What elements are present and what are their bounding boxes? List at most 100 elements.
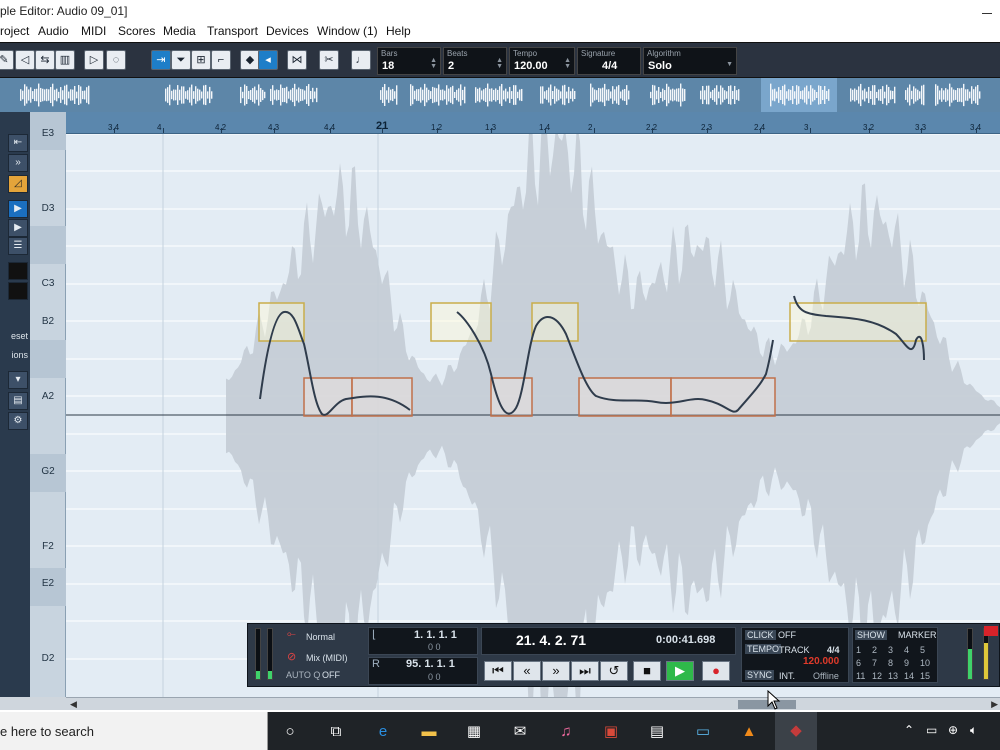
menu-transport[interactable]: Transport	[207, 24, 258, 38]
marker-button[interactable]: 8	[888, 658, 893, 668]
marker-button[interactable]: 1	[856, 645, 861, 655]
fit-icon[interactable]: ⇤	[8, 134, 28, 152]
globe-icon[interactable]: ⊕	[948, 723, 958, 737]
battery-icon[interactable]: ▭	[926, 723, 937, 737]
cut-icon[interactable]: ✂	[319, 50, 339, 70]
autoscroll-icon[interactable]: ⇥	[151, 50, 171, 70]
filter-funnel-icon[interactable]: ▾	[8, 371, 28, 389]
horizontal-scrollbar[interactable]: ◀ ▶	[66, 697, 1000, 710]
mail-icon[interactable]: ✉	[509, 721, 531, 743]
app-icon[interactable]: ▣	[600, 721, 622, 743]
volume-icon[interactable]: 🔈︎	[970, 723, 977, 738]
menu-project[interactable]: roject	[0, 24, 29, 38]
lasso-tool-icon[interactable]: ◌	[106, 50, 126, 70]
note-icon[interactable]: ♩	[351, 50, 371, 70]
warp-select-icon[interactable]: ◂	[258, 50, 278, 70]
pitch-segment[interactable]	[578, 377, 672, 417]
go-to-end-button[interactable]: ⏭	[571, 661, 599, 681]
marker-button[interactable]: 11	[856, 671, 865, 681]
cortana-icon[interactable]: ○	[279, 721, 301, 743]
edge-browser-icon[interactable]: e	[372, 721, 394, 743]
tray-chevron-icon[interactable]: ⌃	[904, 723, 914, 737]
overview-wave-bar	[562, 85, 564, 105]
cubase-icon[interactable]: ◆	[775, 712, 817, 750]
hitpoint-icon[interactable]: ⌐	[211, 50, 231, 70]
play-button[interactable]: ▶	[666, 661, 694, 681]
snap-tool-icon[interactable]: ▥	[55, 50, 75, 70]
scroll-right-icon[interactable]: ▶	[991, 698, 998, 710]
preset-menu[interactable]: eset	[0, 331, 30, 341]
scroll-left-icon[interactable]: ◀	[70, 698, 77, 710]
overview-wave-bar	[945, 88, 947, 102]
gear-icon[interactable]: ⚙	[8, 412, 28, 430]
loop-tool-icon[interactable]: ⇆	[35, 50, 55, 70]
store-icon[interactable]: ▦	[463, 721, 485, 743]
list-icon[interactable]: ☰	[8, 237, 28, 255]
task-view-icon[interactable]: ⧉	[325, 721, 347, 743]
record-button[interactable]: ●	[702, 661, 730, 681]
window-app-icon[interactable]: ▤	[646, 721, 668, 743]
forward-icon[interactable]: »	[8, 154, 28, 172]
menu-help[interactable]: Help	[386, 24, 411, 38]
cycle-button[interactable]: ↺	[600, 661, 628, 681]
mix-mode[interactable]: Mix (MIDI)	[306, 653, 348, 663]
marker-button[interactable]: 14	[904, 671, 914, 681]
beats-field[interactable]: Beats 2 ▲ ▼	[443, 47, 507, 75]
click-button[interactable]: CLICK	[745, 630, 776, 640]
menu-media[interactable]: Media	[163, 24, 196, 38]
record-mode[interactable]: Normal	[306, 632, 335, 642]
marker-button[interactable]: 6	[856, 658, 861, 668]
tempo-field[interactable]: Tempo 120.00 ▲ ▼	[509, 47, 575, 75]
mode-icon[interactable]: ◿	[8, 175, 28, 193]
menu-midi[interactable]: MIDI	[81, 24, 106, 38]
marker-button[interactable]: 3	[888, 645, 893, 655]
menu-window[interactable]: Window (1)	[317, 24, 378, 38]
marker-button[interactable]: 12	[872, 671, 882, 681]
signature-field[interactable]: Signature 4/4	[577, 47, 641, 75]
pitch-segment[interactable]	[430, 302, 492, 342]
autoq-label[interactable]: AUTO Q	[286, 670, 320, 680]
pitch-segment[interactable]	[258, 302, 305, 342]
waveform-overview[interactable]	[0, 78, 1000, 112]
go-to-start-button[interactable]: ⏮	[484, 661, 512, 681]
marker-button[interactable]: 15	[920, 671, 930, 681]
marker-button[interactable]: 13	[888, 671, 898, 681]
computer-icon[interactable]: ▭	[692, 721, 714, 743]
pitch-editor-canvas[interactable]	[66, 134, 1000, 697]
play-arrow-icon[interactable]: ▶	[8, 219, 28, 237]
options-menu[interactable]: ions	[0, 350, 30, 360]
vlc-icon[interactable]: ▲	[738, 721, 760, 743]
music-icon[interactable]: ♫	[555, 721, 577, 743]
marker-button[interactable]: 5	[920, 645, 925, 655]
play-tool-icon[interactable]: ▷	[84, 50, 104, 70]
pitch-segment[interactable]	[789, 302, 927, 342]
sync-button[interactable]: SYNC	[745, 670, 775, 680]
show-button[interactable]: SHOW	[855, 630, 887, 640]
filter-icon[interactable]: ⏷	[171, 50, 191, 70]
select-arrow-icon[interactable]: ▶	[8, 200, 28, 218]
minimize-button[interactable]	[982, 4, 992, 14]
menu-devices[interactable]: Devices	[266, 24, 309, 38]
range-icon[interactable]: ⊞	[191, 50, 211, 70]
bar-ruler[interactable]: 3.444.24.34.4211.21.31.422.22.32.433.23.…	[66, 112, 1000, 134]
bars-field[interactable]: Bars 18 ▲ ▼	[377, 47, 441, 75]
menu-scores[interactable]: Scores	[118, 24, 155, 38]
pencil-tool-icon[interactable]: ✎	[0, 50, 14, 70]
fast-forward-button[interactable]: »	[542, 661, 570, 681]
warp-icon[interactable]: ◆	[240, 50, 260, 70]
stop-button[interactable]: ■	[633, 661, 661, 681]
split-icon[interactable]: ⋈	[287, 50, 307, 70]
rewind-button[interactable]: «	[513, 661, 541, 681]
algorithm-field[interactable]: Algorithm Solo ▼	[643, 47, 737, 75]
marker-button[interactable]: 7	[872, 658, 877, 668]
panel-icon[interactable]: ▤	[8, 392, 28, 410]
marker-button[interactable]: 9	[904, 658, 909, 668]
speaker-tool-icon[interactable]: ◁	[15, 50, 35, 70]
file-explorer-icon[interactable]: ▬	[418, 721, 440, 743]
menu-audio[interactable]: Audio	[38, 24, 69, 38]
marker-button[interactable]: 4	[904, 645, 909, 655]
marker-button[interactable]: 10	[920, 658, 930, 668]
tempo-button[interactable]: TEMPO	[745, 644, 782, 654]
marker-button[interactable]: 2	[872, 645, 877, 655]
taskbar-search[interactable]: e here to search	[0, 712, 268, 750]
